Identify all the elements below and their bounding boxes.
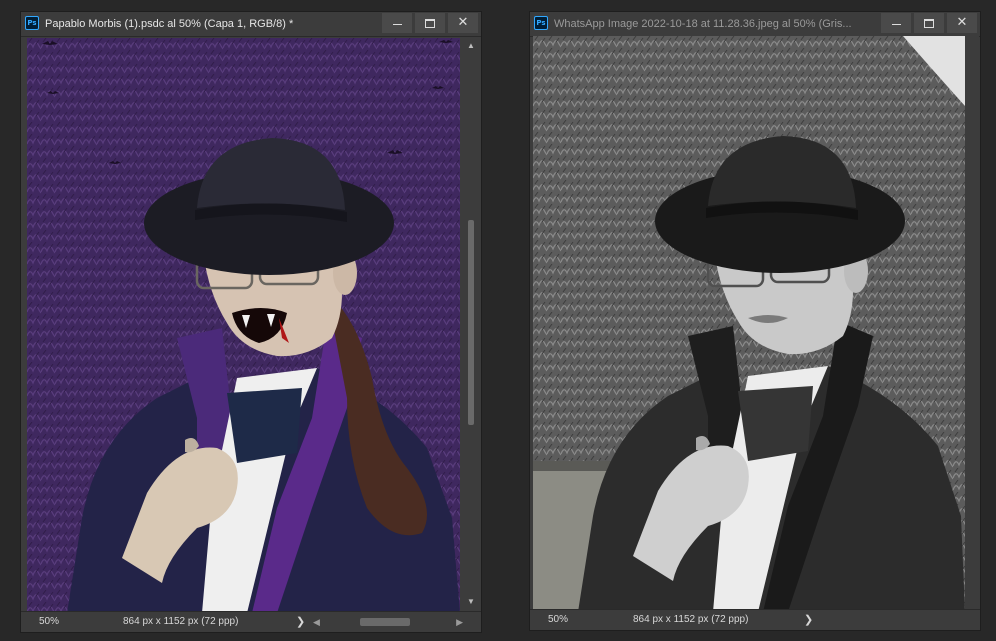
document-window-papablo-morbis[interactable]: Ps Papablo Morbis (1).psdc al 50% (Capa …	[20, 11, 482, 633]
minimize-icon	[891, 23, 901, 25]
maximize-icon	[425, 18, 435, 28]
vertical-scroll-thumb[interactable]	[468, 220, 474, 425]
photoshop-doc-icon: Ps	[25, 16, 39, 30]
window-controls: ✕	[878, 13, 977, 33]
window-titlebar[interactable]: Ps Papablo Morbis (1).psdc al 50% (Capa …	[21, 12, 481, 37]
close-button[interactable]: ✕	[947, 13, 977, 33]
close-button[interactable]: ✕	[448, 13, 478, 33]
scroll-down-icon[interactable]: ▼	[464, 596, 478, 608]
status-menu-arrow-icon[interactable]: ❯	[296, 612, 305, 632]
scroll-up-icon[interactable]: ▲	[464, 40, 478, 52]
document-window-whatsapp-image[interactable]: Ps WhatsApp Image 2022-10-18 at 11.28.36…	[529, 11, 981, 631]
maximize-icon	[924, 18, 934, 28]
minimize-button[interactable]	[881, 13, 911, 33]
close-icon: ✕	[956, 15, 968, 30]
window-title: Papablo Morbis (1).psdc al 50% (Capa 1, …	[45, 18, 294, 30]
status-menu-arrow-icon[interactable]: ❯	[804, 610, 813, 630]
zoom-level-field[interactable]: 50%	[39, 612, 59, 632]
window-titlebar[interactable]: Ps WhatsApp Image 2022-10-18 at 11.28.36…	[530, 12, 980, 37]
vertical-scrollbar[interactable]: ▲ ▼	[464, 38, 478, 610]
maximize-button[interactable]	[415, 13, 445, 33]
status-bar: 50% 864 px x 1152 px (72 ppp) ❯ ◀ ▶	[21, 611, 481, 632]
scroll-left-icon[interactable]: ◀	[313, 612, 320, 632]
photoshop-doc-icon: Ps	[534, 16, 548, 30]
scroll-right-icon[interactable]: ▶	[456, 612, 463, 632]
close-icon: ✕	[457, 15, 469, 30]
edited-portrait-image	[27, 38, 460, 613]
grayscale-portrait-image	[533, 36, 965, 612]
maximize-button[interactable]	[914, 13, 944, 33]
zoom-level-field[interactable]: 50%	[548, 610, 568, 630]
document-canvas[interactable]	[533, 36, 965, 612]
minimize-button[interactable]	[382, 13, 412, 33]
window-title: WhatsApp Image 2022-10-18 at 11.28.36.jp…	[554, 18, 852, 30]
minimize-icon	[392, 23, 402, 25]
document-size-info: 864 px x 1152 px (72 ppp)	[633, 614, 749, 625]
window-controls: ✕	[379, 13, 478, 33]
document-size-info: 864 px x 1152 px (72 ppp)	[123, 616, 239, 627]
status-bar: 50% 864 px x 1152 px (72 ppp) ❯	[530, 609, 980, 630]
document-canvas[interactable]	[27, 38, 460, 613]
vertical-scrollbar[interactable]	[965, 36, 979, 610]
horizontal-scroll-thumb[interactable]	[360, 618, 410, 626]
